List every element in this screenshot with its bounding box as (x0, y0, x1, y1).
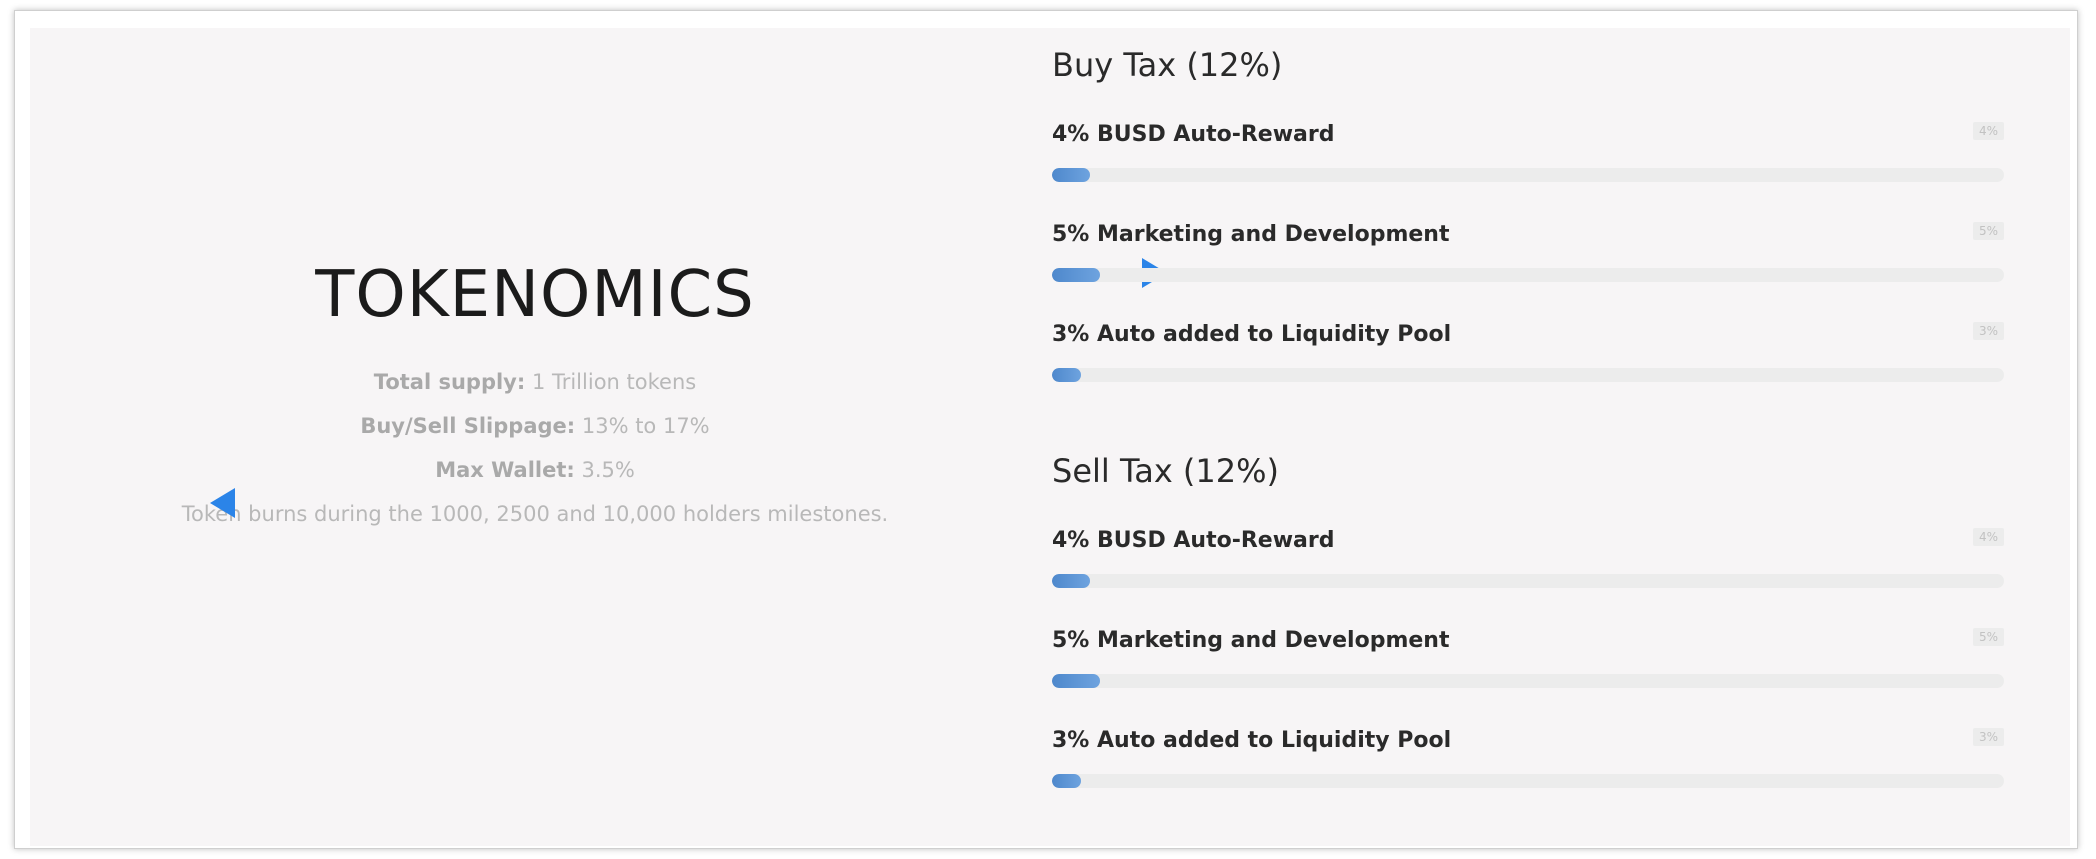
tokenomics-panel: TOKENOMICS Total supply: 1 Trillion toke… (30, 28, 2070, 846)
buy-tax-title: Buy Tax (12%) (1052, 46, 1283, 84)
buy-tax-item-badge: 4% (1972, 122, 2004, 140)
sell-tax-item-label: 5% Marketing and Development (1052, 628, 1450, 653)
buy-tax-item-label: 3% Auto added to Liquidity Pool (1052, 322, 1452, 347)
slippage-line: Buy/Sell Slippage: 13% to 17% (120, 404, 950, 448)
token-burns-text: Token burns during the 1000, 2500 and 10… (181, 502, 889, 526)
progress-track (1052, 774, 2004, 788)
progress-track (1052, 574, 2004, 588)
progress-track (1052, 268, 2004, 282)
progress-fill (1052, 574, 1091, 588)
tokenomics-summary: TOKENOMICS Total supply: 1 Trillion toke… (120, 258, 1167, 536)
sell-tax-item-badge: 5% (1972, 628, 2004, 646)
page-title: TOKENOMICS (315, 258, 755, 332)
slippage-label: Buy/Sell Slippage: (360, 414, 576, 438)
total-supply-label: Total supply: (373, 370, 526, 394)
progress-fill (1052, 268, 1100, 282)
progress-fill (1052, 368, 1081, 382)
total-supply-line: Total supply: 1 Trillion tokens (120, 360, 950, 404)
progress-track (1052, 368, 2004, 382)
buy-tax-item-label: 4% BUSD Auto-Reward (1052, 122, 1335, 147)
progress-fill (1052, 674, 1100, 688)
progress-track (1052, 674, 2004, 688)
sell-tax-item-label: 3% Auto added to Liquidity Pool (1052, 728, 1452, 753)
triangle-left-icon (210, 488, 235, 518)
sell-tax-item-badge: 4% (1972, 528, 2004, 546)
sell-tax-item-label: 4% BUSD Auto-Reward (1052, 528, 1335, 553)
buy-tax-item-label: 5% Marketing and Development (1052, 222, 1450, 247)
sell-tax-item-badge: 3% (1972, 728, 2004, 746)
progress-fill (1052, 168, 1091, 182)
sell-tax-title: Sell Tax (12%) (1052, 452, 1280, 490)
buy-tax-item-badge: 3% (1972, 322, 2004, 340)
tokenomics-heading: TOKENOMICS (120, 258, 1167, 518)
buy-tax-item-badge: 5% (1972, 222, 2004, 240)
total-supply-value: 1 Trillion tokens (525, 370, 697, 394)
progress-fill (1052, 774, 1081, 788)
sell-tax-item: 5% Marketing and Development 5% (1052, 628, 2004, 698)
sell-tax-item: 3% Auto added to Liquidity Pool 3% (1052, 728, 2004, 798)
max-wallet-value: 3.5% (574, 458, 635, 482)
max-wallet-line: Max Wallet: 3.5% (120, 448, 950, 492)
slippage-value: 13% to 17% (575, 414, 710, 438)
max-wallet-label: Max Wallet: (435, 458, 575, 482)
buy-tax-item: 5% Marketing and Development 5% (1052, 222, 2004, 292)
buy-tax-item: 3% Auto added to Liquidity Pool 3% (1052, 322, 2004, 392)
sell-tax-item: 4% BUSD Auto-Reward 4% (1052, 528, 2004, 598)
progress-track (1052, 168, 2004, 182)
buy-tax-item: 4% BUSD Auto-Reward 4% (1052, 122, 2004, 192)
